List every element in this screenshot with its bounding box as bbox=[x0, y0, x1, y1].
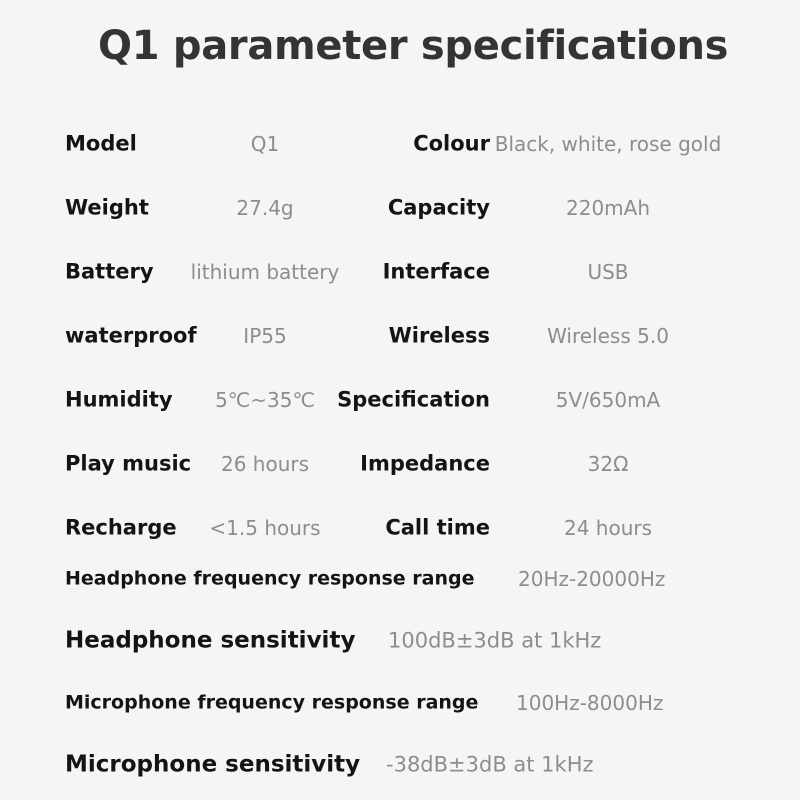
table-row: Battery lithium battery Interface USB bbox=[0, 240, 800, 304]
spec-value-specification: 5V/650mA bbox=[555, 388, 661, 412]
spec-label-wireless: Wireless bbox=[388, 323, 490, 348]
spec-label-humidity: Humidity bbox=[65, 387, 173, 412]
spec-label-colour: Colour bbox=[413, 131, 490, 156]
spec-label-play-music: Play music bbox=[65, 451, 192, 476]
fullwidth-spec-table: Headphone frequency response range 20Hz-… bbox=[0, 548, 800, 796]
spec-value-waterproof: IP55 bbox=[243, 324, 287, 348]
spec-label-headphone-frequency-response-range: Headphone frequency response range bbox=[65, 567, 475, 590]
spec-label-specification: Specification bbox=[337, 387, 490, 412]
spec-value-weight: 27.4g bbox=[236, 196, 294, 220]
paired-spec-table: Model Q1 Colour Black, white, rose gold … bbox=[0, 112, 800, 560]
spec-sheet: Q1 parameter specifications Model Q1 Col… bbox=[0, 0, 800, 800]
spec-value-play-music: 26 hours bbox=[220, 452, 310, 476]
spec-value-battery: lithium battery bbox=[190, 260, 340, 284]
table-row: waterproof IP55 Wireless Wireless 5.0 bbox=[0, 304, 800, 368]
spec-label-model: Model bbox=[65, 131, 137, 156]
spec-label-impedance: Impedance bbox=[360, 451, 490, 476]
table-row: Model Q1 Colour Black, white, rose gold bbox=[0, 112, 800, 176]
table-row: Microphone sensitivity -38dB±3dB at 1kHz bbox=[0, 734, 800, 796]
spec-value-headphone-frequency-response-range: 20Hz-20000Hz bbox=[518, 567, 666, 591]
spec-value-impedance: 32Ω bbox=[587, 452, 629, 476]
table-row: Headphone frequency response range 20Hz-… bbox=[0, 548, 800, 610]
spec-label-interface: Interface bbox=[382, 259, 490, 284]
spec-label-capacity: Capacity bbox=[387, 195, 490, 220]
spec-value-wireless: Wireless 5.0 bbox=[547, 324, 669, 348]
spec-value-microphone-sensitivity: -38dB±3dB at 1kHz bbox=[386, 752, 594, 777]
spec-label-microphone-frequency-response-range: Microphone frequency response range bbox=[65, 691, 479, 714]
spec-value-humidity: 5℃~35℃ bbox=[215, 388, 315, 412]
table-row: Play music 26 hours Impedance 32Ω bbox=[0, 432, 800, 496]
spec-value-interface: USB bbox=[587, 260, 629, 284]
table-row: Microphone frequency response range 100H… bbox=[0, 672, 800, 734]
spec-label-headphone-sensitivity: Headphone sensitivity bbox=[65, 627, 356, 654]
spec-value-call-time: 24 hours bbox=[563, 516, 653, 540]
table-row: Weight 27.4g Capacity 220mAh bbox=[0, 176, 800, 240]
spec-value-capacity: 220mAh bbox=[565, 196, 651, 220]
spec-value-model: Q1 bbox=[250, 132, 280, 156]
spec-value-headphone-sensitivity: 100dB±3dB at 1kHz bbox=[388, 628, 602, 653]
spec-label-weight: Weight bbox=[65, 195, 149, 220]
page-title: Q1 parameter specifications bbox=[98, 23, 729, 69]
table-row: Headphone sensitivity 100dB±3dB at 1kHz bbox=[0, 610, 800, 672]
spec-value-colour: Black, white, rose gold bbox=[494, 132, 722, 156]
spec-value-microphone-frequency-response-range: 100Hz-8000Hz bbox=[516, 691, 664, 715]
table-row: Humidity 5℃~35℃ Specification 5V/650mA bbox=[0, 368, 800, 432]
spec-label-recharge: Recharge bbox=[65, 515, 177, 540]
spec-label-battery: Battery bbox=[65, 259, 154, 284]
spec-label-call-time: Call time bbox=[385, 515, 490, 540]
spec-label-microphone-sensitivity: Microphone sensitivity bbox=[65, 751, 361, 778]
spec-value-recharge: <1.5 hours bbox=[209, 516, 321, 540]
spec-label-waterproof: waterproof bbox=[65, 323, 197, 348]
